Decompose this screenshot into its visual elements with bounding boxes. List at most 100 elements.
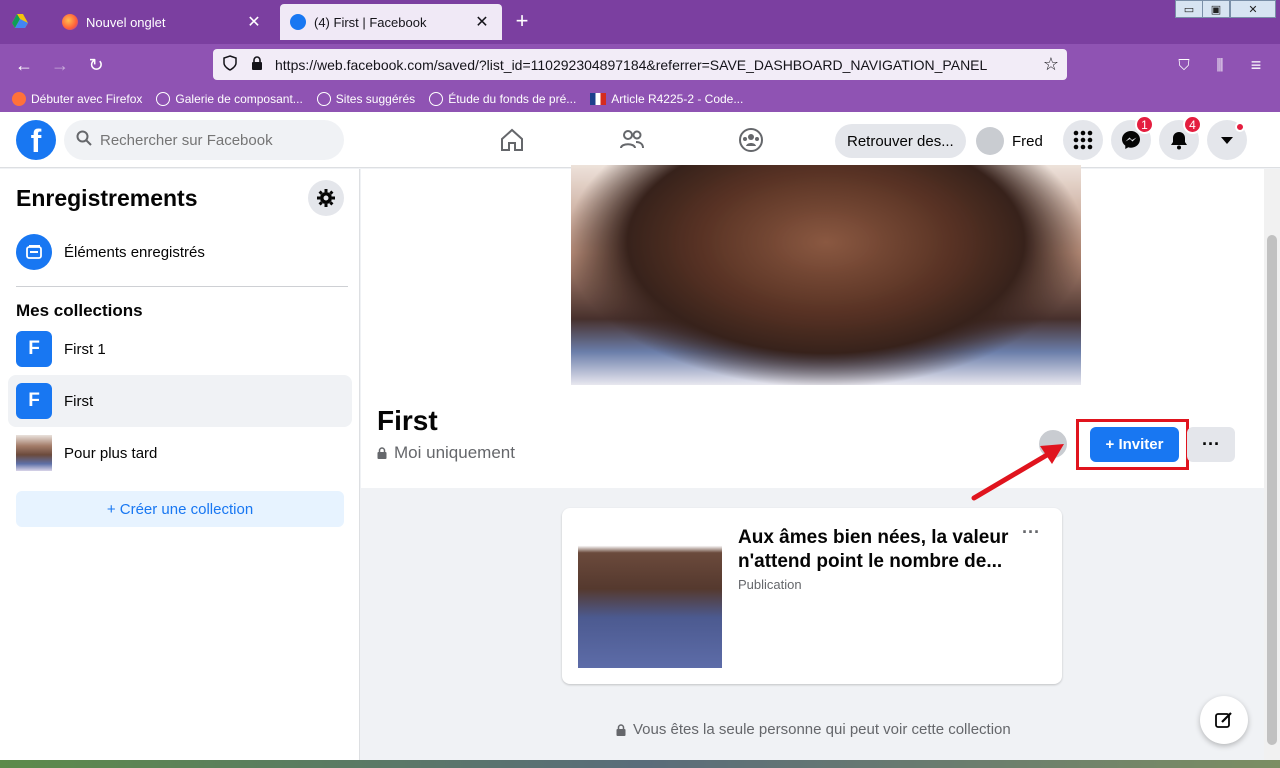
collections-heading: Mes collections [16, 301, 143, 320]
grid-icon [1073, 130, 1093, 150]
url-text[interactable]: https://web.facebook.com/saved/?list_id=… [275, 57, 1043, 73]
gear-icon [317, 189, 335, 207]
privacy-label: Moi uniquement [394, 443, 515, 462]
cover-photo [571, 165, 1081, 385]
tab-close-icon[interactable]: ✕ [244, 12, 264, 32]
highlight-box [1076, 419, 1189, 470]
firefox-icon [12, 92, 26, 106]
maximize-button[interactable]: ▣ [1202, 0, 1230, 18]
collection-letter-icon: F [16, 331, 52, 367]
profile-name: Fred [1012, 132, 1043, 150]
search-box[interactable] [64, 120, 344, 160]
sidebar-item-pour-plus-tard[interactable]: Pour plus tard [8, 427, 352, 479]
lock-icon [377, 447, 387, 459]
forward-arrow-icon[interactable]: → [48, 53, 72, 77]
bookmark-label: Sites suggérés [335, 92, 416, 106]
tab-close-icon[interactable]: ✕ [472, 12, 492, 32]
tab-facebook[interactable]: (4) First | Facebook ✕ [280, 4, 502, 40]
card-title[interactable]: Aux âmes bien nées, la valeur n'attend p… [738, 526, 1028, 574]
search-icon [76, 130, 92, 151]
bookmark-item[interactable]: Débuter avec Firefox [12, 92, 142, 106]
bookmark-star-icon[interactable]: ☆ [1043, 54, 1059, 75]
lock-icon [616, 723, 626, 736]
firefox-icon [62, 14, 78, 30]
sidebar-item-label: First 1 [64, 340, 106, 358]
messenger-badge: 1 [1135, 115, 1154, 134]
annotation-arrow [971, 444, 1064, 501]
globe-icon [156, 92, 171, 106]
new-tab-button[interactable]: + [512, 10, 532, 34]
facebook-favicon-icon [290, 14, 306, 30]
sidebar-item-label: Éléments enregistrés [64, 243, 205, 261]
menu-grid-button[interactable] [1063, 120, 1103, 160]
account-menu-button[interactable] [1207, 120, 1247, 160]
pocket-icon[interactable]: ⛉ [1172, 53, 1196, 77]
globe-icon [429, 92, 444, 106]
collection-header-panel: First Moi uniquement + Inviter ··· [361, 165, 1264, 488]
library-icon[interactable]: ⫼ [1208, 53, 1232, 77]
back-arrow-icon[interactable]: ← [12, 53, 36, 77]
french-flag-icon [590, 93, 607, 105]
saved-item-card[interactable]: Aux âmes bien nées, la valeur n'attend p… [562, 508, 1062, 684]
sidebar-item-first[interactable]: F First [8, 375, 352, 427]
bookmark-label: Article R4225-2 - Code... [611, 92, 744, 106]
messenger-button[interactable]: 1 [1111, 115, 1154, 160]
create-collection-button[interactable]: + Créer une collection [16, 491, 344, 527]
lock-icon[interactable] [251, 56, 263, 73]
facebook-logo[interactable]: f [16, 120, 56, 160]
bookmark-item[interactable]: Galerie de composant... [156, 92, 303, 106]
messenger-icon [1122, 131, 1140, 149]
sidebar-item-first-1[interactable]: F First 1 [8, 323, 352, 375]
browser-tab-bar: Nouvel onglet ✕ (4) First | Facebook ✕ +… [0, 0, 1280, 44]
menu-icon[interactable]: ≡ [1244, 53, 1268, 77]
tab-label: (4) First | Facebook [314, 14, 427, 30]
search-input[interactable] [100, 131, 320, 149]
reload-icon[interactable]: ↻ [84, 53, 108, 77]
collection-thumbnail [16, 435, 52, 471]
scrollbar[interactable] [1264, 169, 1280, 760]
globe-icon [316, 92, 331, 106]
settings-button[interactable] [308, 180, 344, 216]
os-taskbar [0, 760, 1280, 768]
privacy-indicator: Moi uniquement [377, 443, 515, 463]
notifications-badge: 4 [1183, 115, 1202, 134]
bookmark-label: Étude du fonds de pré... [448, 92, 577, 106]
find-friends-button[interactable]: Retrouver des... [835, 124, 966, 158]
bookmark-label: Débuter avec Firefox [31, 92, 143, 106]
bookmark-item[interactable]: Étude du fonds de pré... [429, 92, 576, 106]
sidebar-item-label: Pour plus tard [64, 444, 158, 462]
sidebar-item-label: First [64, 392, 94, 410]
more-options-button[interactable]: ··· [1187, 427, 1235, 462]
saved-items-icon [16, 234, 52, 270]
close-window-button[interactable]: ✕ [1230, 0, 1276, 18]
bookmark-item[interactable]: Sites suggérés [316, 92, 416, 106]
bookmark-item[interactable]: Article R4225-2 - Code... [590, 92, 743, 106]
notifications-button[interactable]: 4 [1159, 115, 1202, 160]
bookmark-label: Galerie de composant... [175, 92, 303, 106]
collection-title: First [377, 405, 438, 436]
edit-icon [1215, 712, 1232, 728]
alert-dot [1235, 122, 1245, 132]
card-type: Publication [738, 577, 802, 592]
collection-visibility-note: Vous êtes la seule personne qui peut voi… [616, 721, 1011, 738]
collection-letter-icon: F [16, 383, 52, 419]
groups-icon[interactable] [733, 122, 769, 158]
card-thumbnail[interactable] [578, 524, 722, 668]
avatar [976, 127, 1004, 155]
bell-icon [1171, 132, 1187, 150]
friends-icon[interactable] [614, 122, 650, 158]
bookmarks-bar: Débuter avec Firefox Galerie de composan… [0, 86, 1280, 112]
card-more-button[interactable]: ··· [1022, 522, 1040, 543]
tab-new-tab[interactable]: Nouvel onglet ✕ [52, 4, 274, 40]
google-drive-icon[interactable] [12, 13, 28, 29]
sidebar-item-saved[interactable]: Éléments enregistrés [8, 226, 352, 278]
caret-down-icon [1221, 137, 1233, 144]
compose-button[interactable] [1200, 696, 1248, 744]
minimize-button[interactable]: ▭ [1175, 0, 1203, 18]
saved-sidebar: Enregistrements Éléments enregistrés Mes… [0, 169, 360, 768]
scrollbar-thumb[interactable] [1267, 235, 1277, 745]
profile-button[interactable]: Fred [976, 124, 1043, 158]
shield-icon[interactable] [223, 55, 237, 74]
home-icon[interactable] [494, 122, 530, 158]
url-bar[interactable]: https://web.facebook.com/saved/?list_id=… [213, 49, 1067, 80]
